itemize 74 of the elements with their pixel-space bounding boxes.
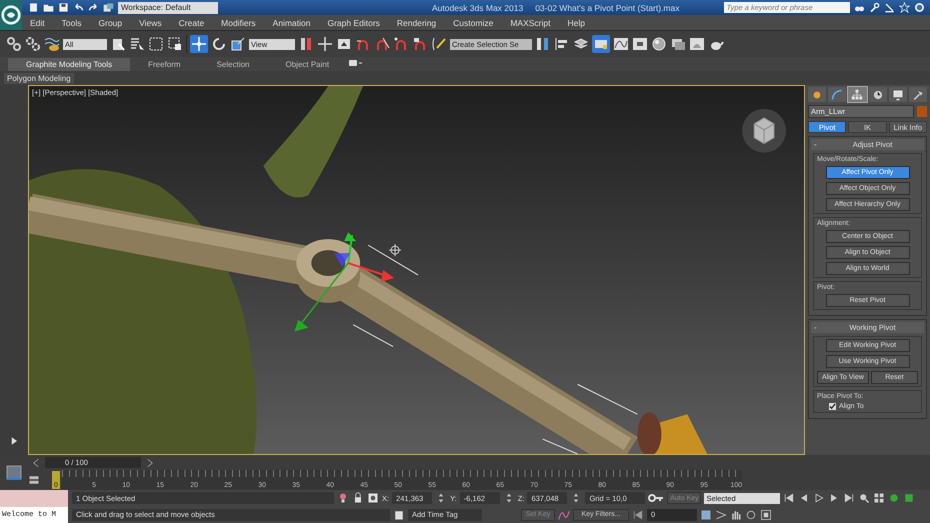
rectangle-selection-icon[interactable] xyxy=(148,36,164,52)
save-icon[interactable] xyxy=(58,2,69,13)
ribbon-panel-label[interactable]: Polygon Modeling xyxy=(4,72,74,84)
ribbon-tab[interactable]: Freeform xyxy=(130,58,199,71)
menu-item[interactable]: Views xyxy=(139,18,162,28)
go-to-end-icon[interactable] xyxy=(843,492,856,504)
zoom-all-icon[interactable] xyxy=(873,492,886,504)
menu-item[interactable]: Rendering xyxy=(396,18,436,28)
menu-item[interactable]: Group xyxy=(98,18,122,28)
orbit-icon[interactable] xyxy=(745,508,757,521)
curve-editor-icon[interactable] xyxy=(613,36,629,52)
curve-icon xyxy=(831,88,844,100)
panel-tab[interactable] xyxy=(868,87,887,102)
sphere-icon xyxy=(811,88,824,100)
pivot-marker-icon xyxy=(388,244,402,257)
unlink-icon[interactable] xyxy=(25,36,41,52)
play-icon[interactable] xyxy=(813,492,826,504)
listener-input-field[interactable] xyxy=(0,490,68,506)
select-object-icon[interactable] xyxy=(110,36,126,52)
panel-tab[interactable] xyxy=(888,87,907,102)
help-icon[interactable] xyxy=(914,2,924,13)
mirror-icon[interactable] xyxy=(535,36,551,52)
link-icon[interactable] xyxy=(6,36,22,52)
menu-item[interactable]: Create xyxy=(178,18,204,28)
panel-tab[interactable] xyxy=(908,87,928,102)
star-icon[interactable] xyxy=(898,2,910,13)
menu-item[interactable]: Graph Editors xyxy=(327,18,380,28)
isolate-bulb-icon[interactable] xyxy=(337,492,349,504)
undo-icon[interactable] xyxy=(73,2,84,13)
align-icon[interactable] xyxy=(554,36,570,52)
window-crossing-icon[interactable] xyxy=(167,36,183,52)
app-logo-icon[interactable] xyxy=(0,0,22,30)
material-editor-icon[interactable] xyxy=(651,36,667,52)
hammer-icon xyxy=(912,88,924,100)
rendered-frame-icon[interactable] xyxy=(689,36,705,52)
workspace-dropdown[interactable]: Workspace: Default xyxy=(118,2,218,14)
angle-snap-icon[interactable] xyxy=(374,36,390,52)
clock-icon xyxy=(872,88,884,100)
checkbox[interactable] xyxy=(829,403,836,410)
ribbon-tab[interactable]: Object Paint xyxy=(268,58,348,71)
ribbon-tab[interactable]: Graphite Modeling Tools xyxy=(8,58,130,71)
scale-icon[interactable] xyxy=(230,36,246,52)
panel-tab[interactable] xyxy=(828,87,846,102)
collapse-toggle[interactable]: - xyxy=(814,140,824,149)
monitor-icon xyxy=(892,88,904,100)
menu-item[interactable]: MAXScript xyxy=(510,18,550,28)
object-color-swatch[interactable] xyxy=(917,106,927,117)
maximize-viewport-icon[interactable] xyxy=(760,508,772,521)
app-title: Autodesk 3ds Max 2013 xyxy=(432,2,524,12)
open-folder-icon[interactable] xyxy=(43,2,54,13)
view-cube-icon[interactable] xyxy=(742,108,786,153)
file-title: 03-02 What's a Pivot Point (Start).max xyxy=(535,2,680,12)
hierarchy-icon xyxy=(851,88,864,100)
go-to-start-icon[interactable] xyxy=(783,492,796,504)
new-file-icon[interactable] xyxy=(28,2,39,13)
menu-item[interactable]: Edit xyxy=(30,18,45,28)
menu-item[interactable]: Tools xyxy=(62,18,82,28)
zoom-icon[interactable] xyxy=(858,492,870,504)
panel-tab[interactable] xyxy=(848,87,867,102)
lock-icon[interactable] xyxy=(352,492,364,504)
ribbon-tab[interactable]: Selection xyxy=(198,58,268,71)
collapse-toggle[interactable]: - xyxy=(814,323,824,332)
redo-icon[interactable] xyxy=(88,2,99,13)
wrench-icon[interactable] xyxy=(868,2,880,13)
select-by-name-icon[interactable] xyxy=(129,36,145,52)
menu-item[interactable]: Help xyxy=(567,18,585,28)
menu-item[interactable]: Animation xyxy=(272,18,310,28)
menu-item[interactable]: Modifiers xyxy=(221,18,256,28)
menu-item[interactable]: Customize xyxy=(453,18,494,28)
move-icon[interactable] xyxy=(190,35,208,53)
key-curve-icon[interactable] xyxy=(558,508,570,521)
manipulate-icon[interactable] xyxy=(317,36,333,52)
rotate-icon[interactable] xyxy=(211,36,227,52)
panel-tab[interactable] xyxy=(808,87,826,102)
